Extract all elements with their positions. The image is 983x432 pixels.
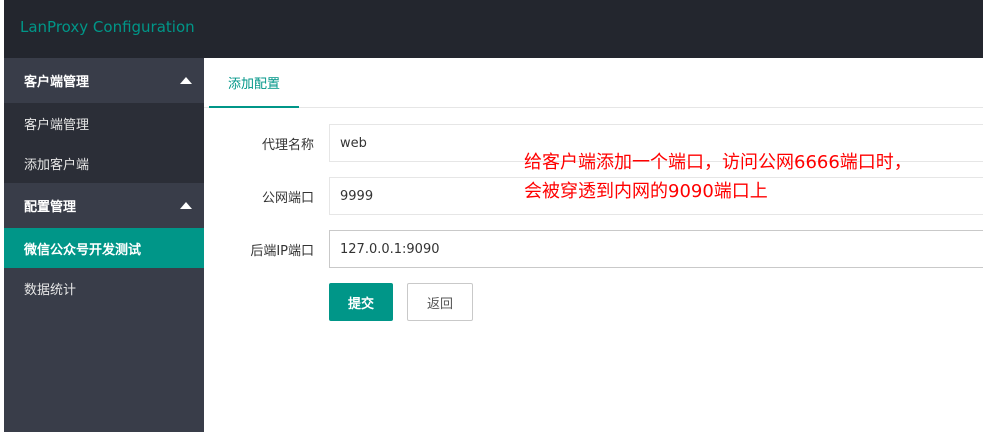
- sidebar-item-wechat-dev-test[interactable]: 微信公众号开发测试: [4, 228, 204, 268]
- window-edge: [0, 0, 4, 58]
- annotation-line-1: 给客户端添加一个端口，访问公网6666端口时，: [524, 152, 912, 173]
- main-content: 添加配置 代理名称 公网端口 后端IP端口 提交 返回: [204, 58, 983, 432]
- caret-up-icon: [180, 77, 192, 84]
- sidebar-item-client-management[interactable]: 客户端管理: [4, 103, 204, 143]
- back-button[interactable]: 返回: [407, 283, 473, 321]
- proxy-name-label: 代理名称: [261, 137, 314, 153]
- app-title: LanProxy Configuration: [20, 18, 195, 36]
- backend-ip-port-label: 后端IP端口: [250, 243, 314, 259]
- sidebar-group-config-management[interactable]: 配置管理: [4, 183, 204, 228]
- public-port-label: 公网端口: [261, 190, 314, 206]
- form-row-backend-ip-port: 后端IP端口: [204, 230, 983, 268]
- sidebar-submenu-client: 客户端管理 添加客户端: [4, 103, 204, 183]
- sidebar-item-label: 添加客户端: [24, 157, 90, 173]
- sidebar: 客户端管理 客户端管理 添加客户端 配置管理 微信公众号开发测试 数据统计: [0, 58, 204, 432]
- sidebar-item-add-client[interactable]: 添加客户端: [4, 143, 204, 183]
- sidebar-item-statistics[interactable]: 数据统计: [4, 268, 204, 308]
- tab-bar: 添加配置: [204, 58, 983, 108]
- tab-add-config[interactable]: 添加配置: [209, 58, 299, 108]
- top-header-bar: LanProxy Configuration: [0, 0, 983, 58]
- caret-up-icon: [180, 202, 192, 209]
- red-annotation-note: 给客户端添加一个端口，访问公网6666端口时， 会被穿透到内网的9090端口上: [524, 148, 974, 206]
- sidebar-group-label: 配置管理: [24, 200, 77, 215]
- sidebar-item-label: 客户端管理: [24, 117, 90, 133]
- sidebar-item-label: 微信公众号开发测试: [24, 242, 142, 258]
- submit-button[interactable]: 提交: [329, 283, 393, 321]
- annotation-line-2: 会被穿透到内网的9090端口上: [524, 181, 768, 202]
- sidebar-group-label: 客户端管理: [24, 75, 90, 90]
- sidebar-item-label: 数据统计: [24, 282, 77, 298]
- backend-ip-port-input[interactable]: [329, 230, 983, 268]
- sidebar-group-client-management[interactable]: 客户端管理: [4, 58, 204, 103]
